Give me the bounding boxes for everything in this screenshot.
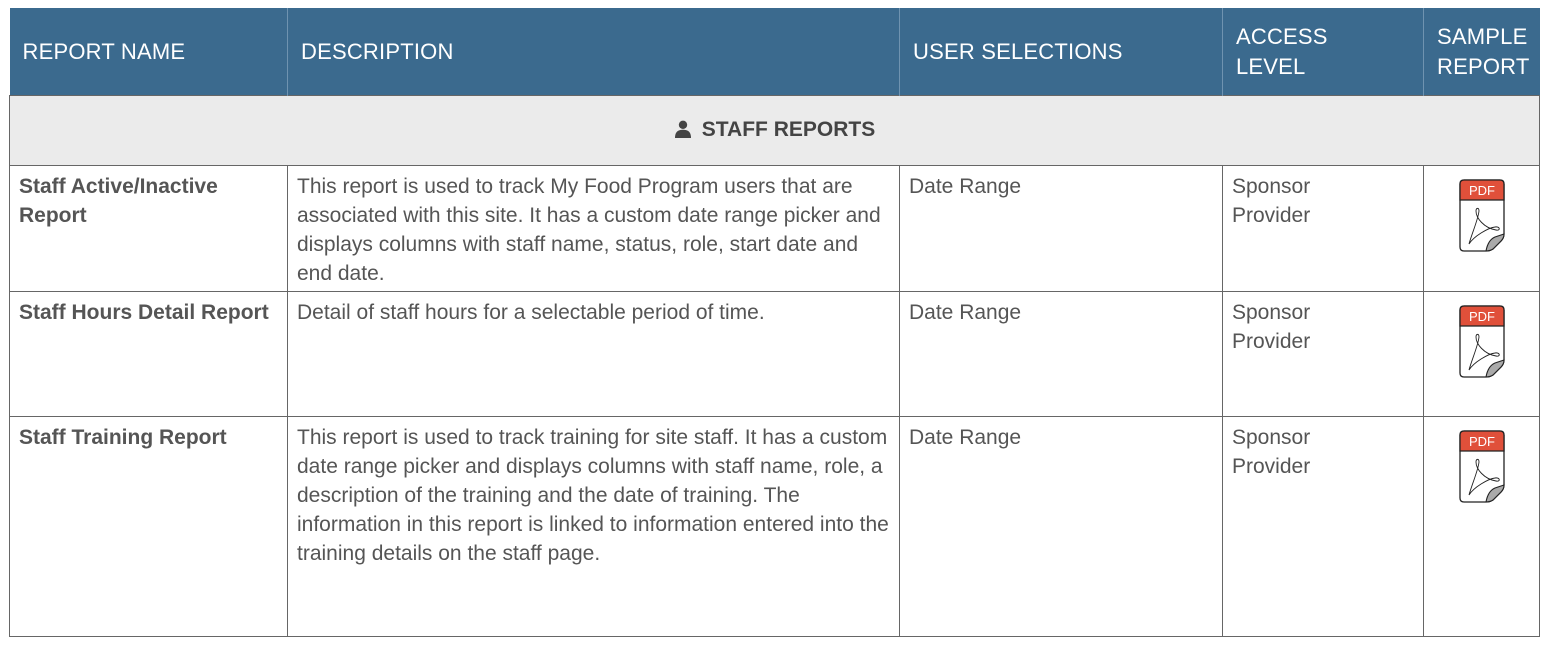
section-row: STAFF REPORTS	[9, 95, 1540, 166]
access-header-line1: ACCESS	[1236, 23, 1328, 49]
table-header-row: REPORT NAME DESCRIPTION USER SELECTIONS …	[9, 8, 1540, 96]
user-icon	[674, 120, 691, 139]
report-user-selections: Date Range	[899, 416, 1223, 637]
column-header-sample-report: SAMPLE REPORT	[1423, 8, 1540, 96]
access-level-line2: Provider	[1232, 330, 1311, 353]
report-access-level: Sponsor Provider	[1222, 165, 1424, 292]
pdf-icon[interactable]: PDF	[1458, 304, 1506, 386]
access-level-line2: Provider	[1232, 204, 1311, 227]
report-description: This report is used to track training fo…	[287, 416, 900, 637]
report-description: Detail of staff hours for a selectable p…	[287, 291, 900, 417]
report-name: Staff Active/Inactive Report	[9, 165, 288, 292]
reports-table: REPORT NAME DESCRIPTION USER SELECTIONS …	[9, 8, 1540, 637]
section-title: STAFF REPORTS	[701, 117, 876, 141]
access-level-line2: Provider	[1232, 455, 1311, 478]
pdf-label: PDF	[1469, 309, 1495, 324]
sample-header-line2: REPORT	[1437, 53, 1530, 79]
column-header-report-name: REPORT NAME	[9, 8, 288, 96]
column-header-description: DESCRIPTION	[287, 8, 900, 96]
sample-report-cell: PDF	[1423, 165, 1540, 292]
column-header-user-selections: USER SELECTIONS	[899, 8, 1223, 96]
pdf-icon[interactable]: PDF	[1458, 178, 1506, 260]
report-user-selections: Date Range	[899, 291, 1223, 417]
sample-report-cell: PDF	[1423, 416, 1540, 637]
sample-header-line1: SAMPLE	[1437, 23, 1528, 49]
report-user-selections: Date Range	[899, 165, 1223, 292]
report-access-level: Sponsor Provider	[1222, 291, 1424, 417]
access-level-line1: Sponsor	[1232, 301, 1311, 324]
pdf-label: PDF	[1469, 183, 1495, 198]
sample-report-cell: PDF	[1423, 291, 1540, 417]
access-header-line2: LEVEL	[1236, 53, 1306, 79]
column-header-access-level: ACCESS LEVEL	[1222, 8, 1424, 96]
access-level-line1: Sponsor	[1232, 426, 1311, 449]
report-name: Staff Hours Detail Report	[9, 291, 288, 417]
section-header: STAFF REPORTS	[9, 95, 1540, 166]
table-row: Staff Hours Detail Report Detail of staf…	[9, 291, 1540, 417]
report-access-level: Sponsor Provider	[1222, 416, 1424, 637]
report-name: Staff Training Report	[9, 416, 288, 637]
report-description: This report is used to track My Food Pro…	[287, 165, 900, 292]
table-row: Staff Active/Inactive Report This report…	[9, 165, 1540, 292]
pdf-label: PDF	[1469, 434, 1495, 449]
pdf-icon[interactable]: PDF	[1458, 429, 1506, 511]
access-level-line1: Sponsor	[1232, 175, 1311, 198]
table-row: Staff Training Report This report is use…	[9, 416, 1540, 637]
